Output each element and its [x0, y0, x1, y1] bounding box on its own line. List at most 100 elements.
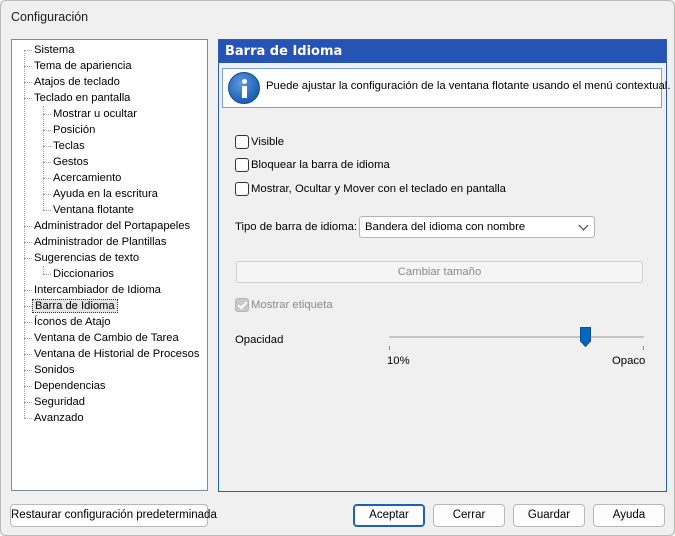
opacity-slider-thumb[interactable] [579, 327, 591, 347]
tree-item-label: Dependencias [34, 380, 106, 392]
slider-tick-max [643, 346, 644, 350]
tree-connector-line [24, 338, 32, 339]
tree-connector-line [43, 162, 51, 163]
tree-item[interactable]: Administrador del Portapapeles [32, 218, 192, 234]
tree-connector-line [24, 322, 32, 323]
tree-item[interactable]: Sugerencias de texto [32, 250, 141, 266]
tree-item[interactable]: Seguridad [32, 394, 87, 410]
tree-item[interactable]: Posición [51, 122, 97, 138]
accept-button[interactable]: Aceptar [353, 504, 425, 527]
keyboard-move-checkbox[interactable] [235, 182, 249, 196]
tree-connector-line [24, 418, 32, 419]
settings-tree[interactable]: Sistema Tema de apariencia Atajos de tecla… [11, 39, 208, 491]
tree-item-label: Ventana de Historial de Procesos [34, 348, 200, 360]
tree-item[interactable]: Acercamiento [51, 170, 123, 186]
window-title: Configuración [11, 10, 89, 24]
show-label-checkbox-label: Mostrar etiqueta [251, 299, 333, 311]
tree-item-label: Ventana flotante [53, 204, 134, 216]
tree-item-label: Ventana de Cambio de Tarea [34, 332, 179, 344]
tree-item[interactable]: Diccionarios [51, 266, 116, 282]
restore-defaults-button[interactable]: Restaurar configuración predeterminada [10, 504, 217, 527]
tree-item-label: Teclado en pantalla [34, 92, 131, 104]
slider-tick-min [389, 346, 390, 350]
visible-checkbox-label[interactable]: Visible [251, 136, 284, 148]
tree-connector-line [24, 66, 32, 67]
tree-connector-line [43, 178, 51, 179]
tree-connector-line [43, 274, 51, 275]
tree-item-label: Sugerencias de texto [34, 252, 140, 264]
tree-connector-line [24, 386, 32, 387]
tree-connector-line [24, 50, 25, 418]
tree-item[interactable]: Intercambiador de Idioma [32, 282, 163, 298]
tree-item[interactable]: Sonidos [32, 362, 76, 378]
tree-item[interactable]: Barra de Idioma [32, 298, 118, 314]
tree-connector-line [24, 50, 32, 51]
bar-type-label: Tipo de barra de idioma: [235, 221, 358, 233]
tree-item[interactable]: Administrador de Plantillas [32, 234, 168, 250]
tree-connector-line [43, 210, 51, 211]
tree-item-label: Barra de Idioma [32, 299, 118, 313]
keyboard-move-checkbox-label[interactable]: Mostrar, Ocultar y Mover con el teclado … [251, 183, 506, 195]
tree-item[interactable]: Teclas [51, 138, 87, 154]
tree-connector-line [24, 226, 32, 227]
settings-panel: Barra de Idioma Puede ajustar la configu… [218, 39, 670, 492]
tree-connector-line [24, 402, 32, 403]
tree-item[interactable]: Íconos de Atajo [32, 314, 113, 330]
tree-item[interactable]: Ventana flotante [51, 202, 136, 218]
tree-connector-line [43, 266, 44, 274]
tree-item-label: Diccionarios [53, 268, 114, 280]
bar-type-select[interactable]: Bandera del idioma con nombre [359, 216, 595, 238]
visible-checkbox[interactable] [235, 135, 249, 149]
lock-bar-checkbox-label[interactable]: Bloquear la barra de idioma [251, 159, 390, 171]
tree-item-label: Acercamiento [53, 172, 122, 184]
resize-button[interactable]: Cambiar tamaño [236, 261, 643, 283]
tree-connector-line [24, 98, 32, 99]
tree-item-label: Seguridad [34, 396, 86, 408]
tree-item-label: Avanzado [34, 412, 84, 424]
tree-item[interactable]: Ventana de Historial de Procesos [32, 346, 201, 362]
tree-item-label: Teclas [53, 140, 85, 152]
tree-connector-line [24, 306, 32, 307]
tree-item[interactable]: Mostrar u ocultar [51, 106, 139, 122]
tree-item[interactable]: Teclado en pantalla [32, 90, 132, 106]
save-button[interactable]: Guardar [513, 504, 585, 527]
tree-item[interactable]: Atajos de teclado [32, 74, 122, 90]
tree-item-label: Administrador de Plantillas [34, 236, 167, 248]
tree-item-label: Administrador del Portapapeles [34, 220, 191, 232]
tree-item[interactable]: Dependencias [32, 378, 108, 394]
tree-item[interactable]: Ventana de Cambio de Tarea [32, 330, 181, 346]
tree-item[interactable]: Ayuda en la escritura [51, 186, 160, 202]
info-text: Puede ajustar la configuración de la ven… [266, 80, 671, 92]
tree-connector-line [24, 290, 32, 291]
opacity-slider-track[interactable] [389, 336, 644, 338]
help-button[interactable]: Ayuda [593, 504, 665, 527]
tree-item-label: Sonidos [34, 364, 75, 376]
tree-item-label: Tema de apariencia [34, 60, 132, 72]
tree-item[interactable]: Sistema [32, 42, 76, 58]
tree-connector-line [43, 146, 51, 147]
close-button[interactable]: Cerrar [433, 504, 505, 527]
chevron-down-icon [578, 220, 589, 231]
panel-title: Barra de Idioma [219, 40, 666, 63]
tree-item[interactable]: Tema de apariencia [32, 58, 134, 74]
tree-connector-line [24, 354, 32, 355]
tree-item-label: Intercambiador de Idioma [34, 284, 161, 296]
tree-connector-line [24, 258, 32, 259]
info-icon [228, 72, 260, 104]
tree-connector-line [24, 242, 32, 243]
tree-connector-line [43, 114, 51, 115]
tree-item-label: Gestos [53, 156, 89, 168]
opacity-max-label: Opaco [612, 355, 646, 367]
lock-bar-checkbox[interactable] [235, 158, 249, 172]
settings-window: Configuración Sistema Tema de apariencia A… [0, 0, 675, 536]
opacity-min-label: 10% [387, 355, 410, 367]
tree-connector-line [24, 370, 32, 371]
tree-item[interactable]: Gestos [51, 154, 90, 170]
show-label-checkbox[interactable] [235, 298, 249, 312]
tree-item[interactable]: Avanzado [32, 410, 86, 426]
info-box: Puede ajustar la configuración de la ven… [222, 68, 670, 108]
tree-item-label: Posición [53, 124, 96, 136]
tree-item-label: Ayuda en la escritura [53, 188, 158, 200]
tree-connector-line [43, 194, 51, 195]
bar-type-value: Bandera del idioma con nombre [365, 221, 526, 233]
